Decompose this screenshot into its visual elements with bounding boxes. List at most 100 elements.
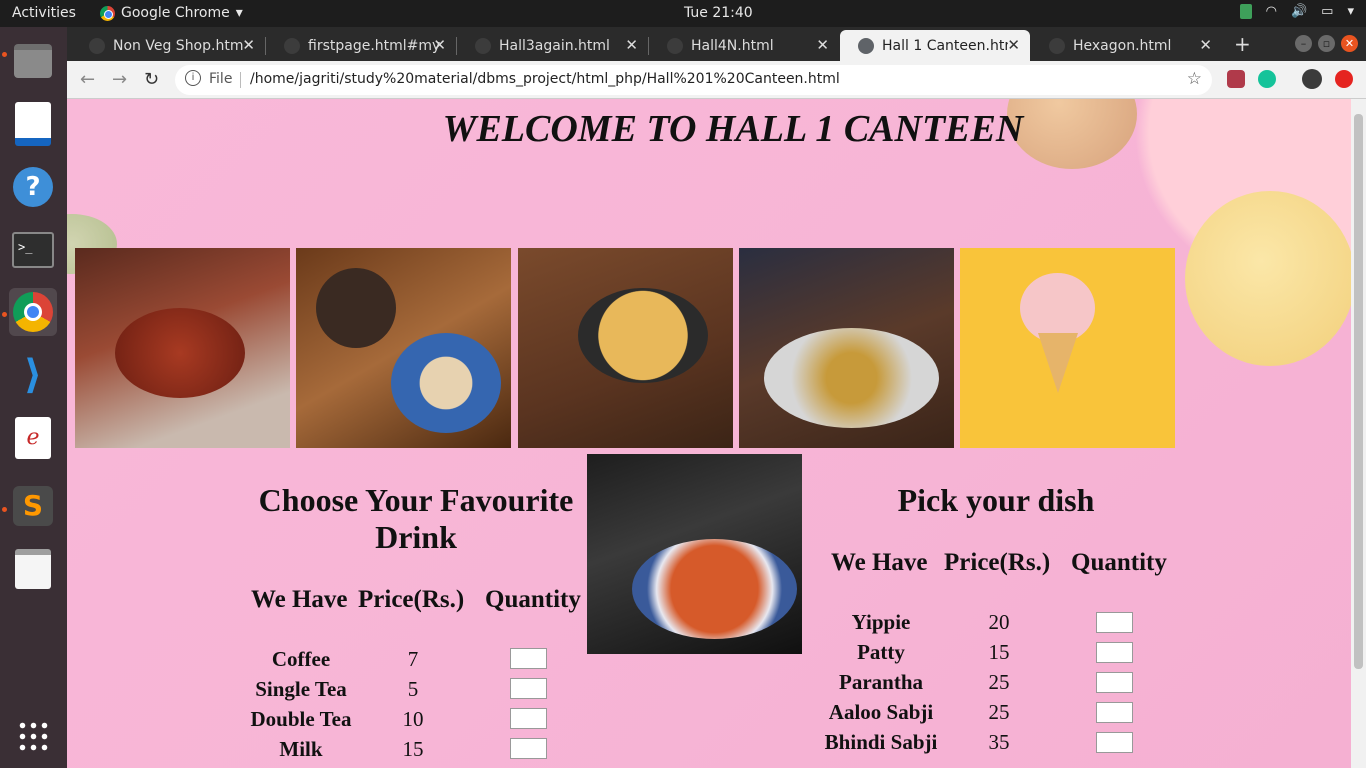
battery-icon: ▭ (1321, 4, 1334, 19)
single-tea-quantity-input[interactable] (510, 678, 547, 699)
drink-price: 10 (402, 707, 424, 731)
divider (240, 72, 241, 88)
dish-price: 15 (988, 640, 1010, 664)
dish-price: 35 (988, 730, 1010, 754)
dishes-col-item: We Have (831, 549, 928, 576)
page-scrollbar[interactable] (1351, 99, 1366, 768)
tab-title: Hexagon.html (1073, 37, 1172, 54)
parantha-quantity-input[interactable] (1096, 672, 1133, 693)
app-menu[interactable]: Google Chrome ▾ (100, 5, 243, 21)
dock: ? >_ ⟩ ℯ S (0, 27, 67, 768)
tab-title: Hall4N.html (691, 37, 774, 54)
avatar[interactable] (1302, 69, 1322, 89)
favicon-icon (475, 38, 491, 54)
bhindi-sabji-quantity-input[interactable] (1096, 732, 1133, 753)
maximize-button[interactable]: ▫ (1318, 35, 1335, 52)
close-icon[interactable]: ✕ (816, 36, 829, 54)
tab-2[interactable]: Hall3again.html ✕ (457, 30, 648, 61)
dish-price: 20 (988, 610, 1010, 634)
ice-cream-image (960, 248, 1175, 448)
tab-title: Hall 1 Canteen.htm (882, 37, 1008, 54)
favicon-icon (667, 38, 683, 54)
document-viewer-icon[interactable]: ℯ (9, 414, 57, 462)
tab-4-active[interactable]: Hall 1 Canteen.htm ✕ (840, 30, 1030, 61)
extension-icon[interactable] (1227, 70, 1245, 88)
tab-3[interactable]: Hall4N.html ✕ (649, 30, 839, 61)
drinks-heading: Choose Your Favourite Drink (235, 482, 597, 556)
double-tea-quantity-input[interactable] (510, 708, 547, 729)
macaron-image (1185, 191, 1351, 366)
milk-quantity-input[interactable] (510, 738, 547, 759)
close-icon[interactable]: ✕ (433, 36, 446, 54)
wifi-icon: ◠ (1265, 4, 1277, 19)
chevron-down-icon: ▾ (1347, 4, 1354, 19)
files-icon[interactable] (9, 37, 57, 85)
drink-price: 5 (407, 677, 419, 701)
tab-0[interactable]: Non Veg Shop.htm ✕ (71, 30, 265, 61)
drink-price: 7 (407, 647, 419, 671)
favicon-icon (1049, 38, 1065, 54)
dish-name: Bhindi Sabji (824, 730, 938, 754)
system-tray[interactable]: ◠ 🔊 ▭ ▾ (1239, 4, 1354, 19)
close-icon[interactable]: ✕ (1199, 36, 1212, 54)
drink-name: Milk (279, 737, 323, 761)
tab-title: Hall3again.html (499, 37, 610, 54)
patty-quantity-input[interactable] (1096, 642, 1133, 663)
dish-price: 25 (988, 670, 1010, 694)
drink-name: Coffee (271, 647, 331, 671)
drinks-col-qty: Quantity (485, 586, 581, 613)
url-text[interactable]: /home/jagriti/study%20material/dbms_proj… (250, 71, 840, 87)
address-bar[interactable]: i File /home/jagriti/study%20material/db… (175, 65, 1212, 95)
sublime-text-icon[interactable]: S (9, 482, 57, 530)
running-indicator (2, 52, 7, 57)
close-window-button[interactable]: ✕ (1341, 35, 1358, 52)
window-controls: – ▫ ✕ (1295, 35, 1358, 52)
update-icon[interactable] (1239, 4, 1252, 19)
writer-icon[interactable] (9, 100, 57, 148)
new-tab-button[interactable]: + (1234, 32, 1251, 56)
back-button[interactable]: ← (80, 69, 95, 90)
reload-button[interactable]: ↻ (144, 69, 159, 90)
minimize-button[interactable]: – (1295, 35, 1312, 52)
tab-5[interactable]: Hexagon.html ✕ (1031, 30, 1222, 61)
yippie-quantity-input[interactable] (1096, 612, 1133, 633)
running-indicator (2, 312, 7, 317)
thali-image (739, 248, 954, 448)
show-applications-icon[interactable] (9, 712, 57, 760)
terminal-icon[interactable]: >_ (9, 226, 57, 274)
chrome-dock-icon[interactable] (9, 288, 57, 336)
drink-name: Double Tea (250, 707, 352, 731)
dish-name: Yippie (851, 610, 911, 634)
app-menu-label: Google Chrome (121, 5, 230, 21)
help-icon[interactable]: ? (9, 163, 57, 211)
close-icon[interactable]: ✕ (1007, 36, 1020, 54)
dish-name: Parantha (839, 670, 923, 694)
info-icon[interactable]: i (185, 70, 201, 86)
favicon-icon (89, 38, 105, 54)
close-icon[interactable]: ✕ (625, 36, 638, 54)
clock[interactable]: Tue 21:40 (684, 5, 753, 21)
chrome-icon (100, 5, 115, 21)
activities-button[interactable]: Activities (12, 5, 76, 21)
running-indicator (2, 507, 7, 512)
globe-icon (858, 38, 874, 54)
chevron-down-icon: ▾ (235, 5, 243, 21)
parantha-pan-image (518, 248, 733, 448)
tab-1[interactable]: firstpage.html#my ✕ (266, 30, 456, 61)
bookmark-star-icon[interactable]: ☆ (1187, 69, 1202, 89)
drinks-col-item: We Have (251, 586, 348, 613)
text-editor-icon[interactable] (9, 545, 57, 593)
coffee-quantity-input[interactable] (510, 648, 547, 669)
aaloo-sabji-quantity-input[interactable] (1096, 702, 1133, 723)
tab-title: Non Veg Shop.htm (113, 37, 244, 54)
forward-button[interactable]: → (112, 69, 127, 90)
grammarly-icon[interactable] (1258, 70, 1276, 88)
noodle-bowl-image (587, 454, 802, 654)
vscode-icon[interactable]: ⟩ (9, 351, 57, 399)
update-chrome-icon[interactable] (1335, 70, 1353, 88)
tab-strip: Non Veg Shop.htm ✕ firstpage.html#my ✕ H… (67, 27, 1366, 61)
dish-name: Aaloo Sabji (828, 700, 934, 724)
scrollbar-thumb[interactable] (1354, 114, 1363, 669)
dishes-col-price: Price(Rs.) (944, 549, 1051, 576)
close-icon[interactable]: ✕ (242, 36, 255, 54)
